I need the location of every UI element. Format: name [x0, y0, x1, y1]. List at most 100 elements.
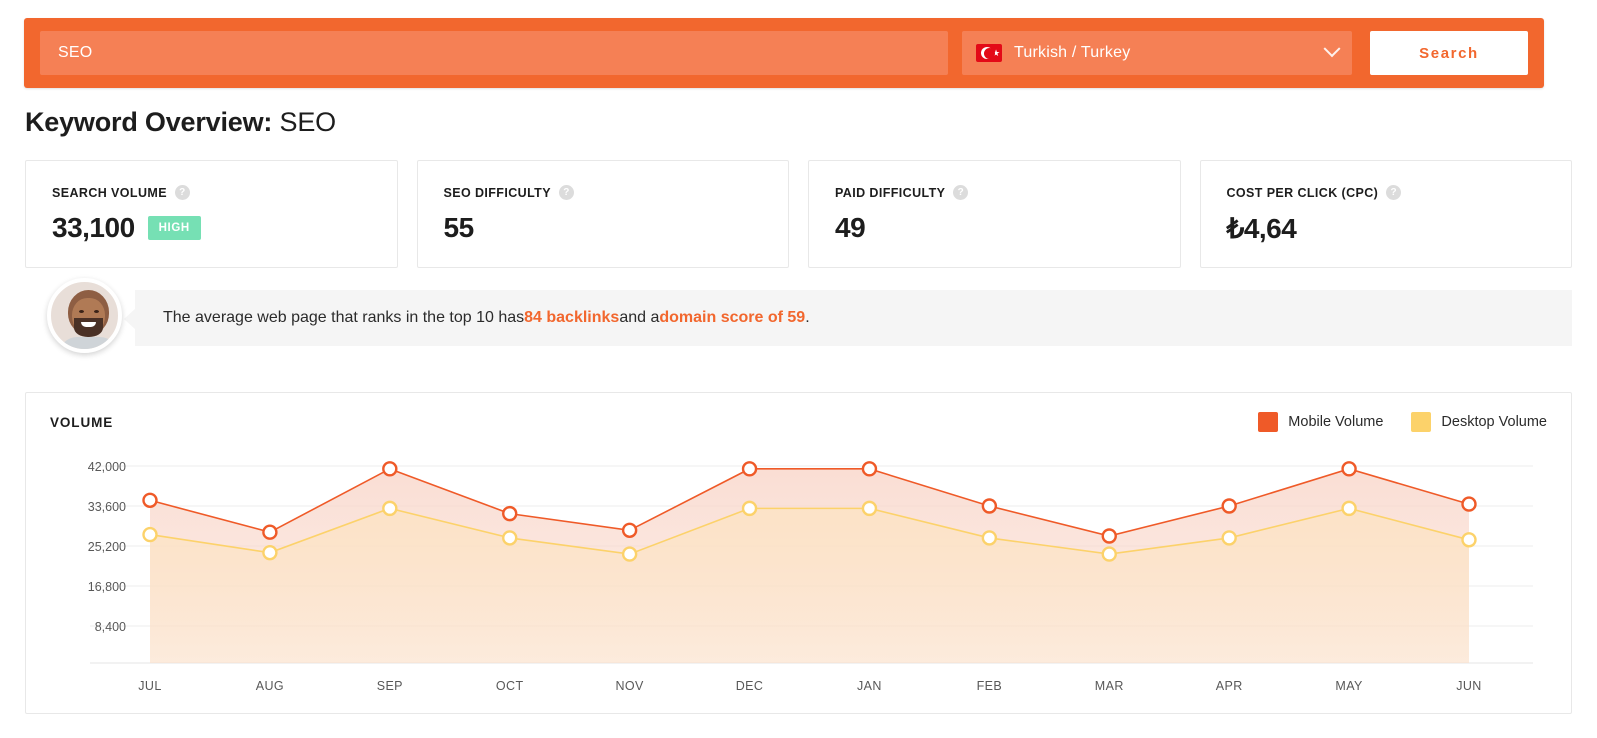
x-axis-tick-label: FEB: [977, 679, 1003, 693]
data-point[interactable]: [1341, 461, 1357, 477]
chart-plot-area: 8,400 16,800 25,200 33,600 42,000 JUL AUG SEP OC…: [26, 441, 1573, 715]
tip-text-part1: The average web page that ranks in the t…: [163, 309, 525, 326]
data-point[interactable]: [262, 524, 278, 540]
metric-value-row: 49: [835, 212, 1154, 244]
data-point[interactable]: [861, 461, 878, 477]
data-point[interactable]: [741, 461, 758, 477]
chart-header: VOLUME Mobile Volume Desktop Volume: [50, 410, 1547, 434]
legend-label-desktop: Desktop Volume: [1441, 414, 1547, 430]
search-input[interactable]: [40, 31, 948, 75]
data-point[interactable]: [741, 500, 758, 517]
avatar-body: [59, 337, 118, 349]
legend-item-mobile[interactable]: Mobile Volume: [1258, 412, 1383, 432]
data-point[interactable]: [382, 500, 398, 517]
tip-highlight-backlinks: 84 backlinks: [524, 309, 620, 326]
volume-chart-panel: VOLUME Mobile Volume Desktop Volume 8,40…: [25, 392, 1572, 714]
data-point[interactable]: [262, 544, 278, 561]
metric-label: SEO DIFFICULTY ?: [444, 185, 763, 200]
chevron-down-icon: [1323, 40, 1341, 58]
user-avatar: [47, 278, 122, 353]
help-icon[interactable]: ?: [558, 185, 574, 200]
search-button[interactable]: Search: [1370, 31, 1528, 75]
metric-label-text: PAID DIFFICULTY: [835, 185, 946, 200]
metric-label-text: SEO DIFFICULTY: [443, 185, 551, 200]
data-point[interactable]: [621, 522, 638, 538]
metric-card-cpc: COST PER CLICK (CPC) ? ₺4,64: [1199, 160, 1572, 268]
data-point[interactable]: [621, 546, 638, 562]
metric-value: 55: [443, 212, 475, 243]
page-title: Keyword Overview: SEO: [25, 107, 336, 138]
tip-banner: The average web page that ranks in the t…: [25, 278, 1572, 353]
help-icon[interactable]: ?: [953, 185, 969, 200]
area-fill-desktop: [150, 508, 1469, 663]
metric-value-row: ₺4,64: [1227, 212, 1546, 245]
x-axis-tick-label: MAY: [1335, 679, 1363, 693]
chart-title: VOLUME: [50, 414, 114, 430]
x-axis-tick-label: JAN: [857, 679, 882, 693]
y-axis-tick-label: 16,800: [88, 580, 126, 594]
data-point[interactable]: [1101, 546, 1117, 562]
metric-label-text: COST PER CLICK (CPC): [1226, 185, 1379, 200]
legend-swatch-desktop: [1411, 412, 1432, 432]
data-point[interactable]: [1461, 496, 1477, 512]
legend-label-mobile: Mobile Volume: [1288, 414, 1384, 430]
x-axis-tick-label: AUG: [256, 679, 284, 693]
metric-card-search-volume: SEARCH VOLUME ? 33,100 HIGH: [25, 160, 398, 268]
avatar-eye-right: [94, 310, 99, 313]
volume-area-chart: 8,400 16,800 25,200 33,600 42,000 JUL AUG SEP OC…: [88, 460, 1533, 693]
data-point[interactable]: [382, 461, 398, 477]
data-point[interactable]: [1221, 530, 1237, 546]
y-axis-tick-label: 8,400: [95, 620, 126, 634]
turkey-flag-icon: ★: [976, 44, 1002, 62]
language-select[interactable]: ★ Turkish / Turkey: [962, 31, 1352, 75]
help-icon[interactable]: ?: [174, 185, 190, 200]
metric-value: 49: [835, 212, 866, 243]
data-point[interactable]: [981, 498, 998, 514]
y-axis-tick-label: 42,000: [88, 460, 126, 474]
avatar-eye-left: [79, 310, 84, 313]
metric-label: SEARCH VOLUME ?: [52, 185, 371, 200]
x-axis-tick-label: APR: [1216, 679, 1243, 693]
data-point[interactable]: [861, 500, 878, 517]
keyword-overview-page: ★ Turkish / Turkey Search Keyword Overvi…: [0, 0, 1597, 738]
tip-text-box: The average web page that ranks in the t…: [124, 290, 1572, 346]
x-axis-tick-label: NOV: [615, 679, 644, 693]
metric-label: PAID DIFFICULTY ?: [835, 185, 1154, 200]
metric-value: 33,100: [52, 212, 135, 243]
data-point[interactable]: [1461, 532, 1477, 548]
data-point[interactable]: [981, 530, 998, 546]
data-point[interactable]: [502, 530, 518, 546]
tip-text-part3: .: [805, 309, 810, 326]
y-axis-tick-label: 33,600: [88, 500, 126, 514]
chart-legend: Mobile Volume Desktop Volume: [1258, 412, 1547, 432]
legend-swatch-mobile: [1258, 412, 1279, 432]
data-point[interactable]: [1221, 498, 1237, 514]
tip-text-part2: and a: [619, 309, 660, 326]
metric-value: ₺4,64: [1226, 213, 1297, 244]
page-title-prefix: Keyword Overview:: [25, 107, 273, 137]
metric-card-paid-difficulty: PAID DIFFICULTY ? 49: [808, 160, 1181, 268]
data-point[interactable]: [1101, 528, 1117, 544]
x-axis-tick-label: JUN: [1456, 679, 1482, 693]
page-title-keyword: SEO: [279, 107, 337, 137]
search-bar: ★ Turkish / Turkey Search: [24, 18, 1544, 88]
data-point[interactable]: [142, 492, 158, 508]
metric-cards: SEARCH VOLUME ? 33,100 HIGH SEO DIFFICUL…: [25, 160, 1572, 268]
avatar-beard: [74, 318, 103, 337]
language-label: Turkish / Turkey: [1014, 44, 1131, 61]
legend-item-desktop[interactable]: Desktop Volume: [1411, 412, 1547, 432]
metric-label: COST PER CLICK (CPC) ?: [1227, 185, 1546, 200]
data-point[interactable]: [142, 526, 158, 543]
x-axis-tick-label: OCT: [496, 679, 524, 693]
data-point[interactable]: [1341, 500, 1357, 517]
data-point[interactable]: [502, 505, 518, 522]
status-badge: HIGH: [147, 216, 201, 240]
metric-value-row: 33,100 HIGH: [52, 212, 371, 244]
y-axis-tick-label: 25,200: [88, 540, 126, 554]
metric-value-row: 55: [444, 212, 763, 244]
help-icon[interactable]: ?: [1386, 185, 1402, 200]
metric-card-seo-difficulty: SEO DIFFICULTY ? 55: [416, 160, 789, 268]
x-axis-tick-label: SEP: [377, 679, 403, 693]
tip-highlight-domain-score: domain score of 59: [659, 309, 806, 326]
x-axis-tick-label: JUL: [138, 679, 161, 693]
